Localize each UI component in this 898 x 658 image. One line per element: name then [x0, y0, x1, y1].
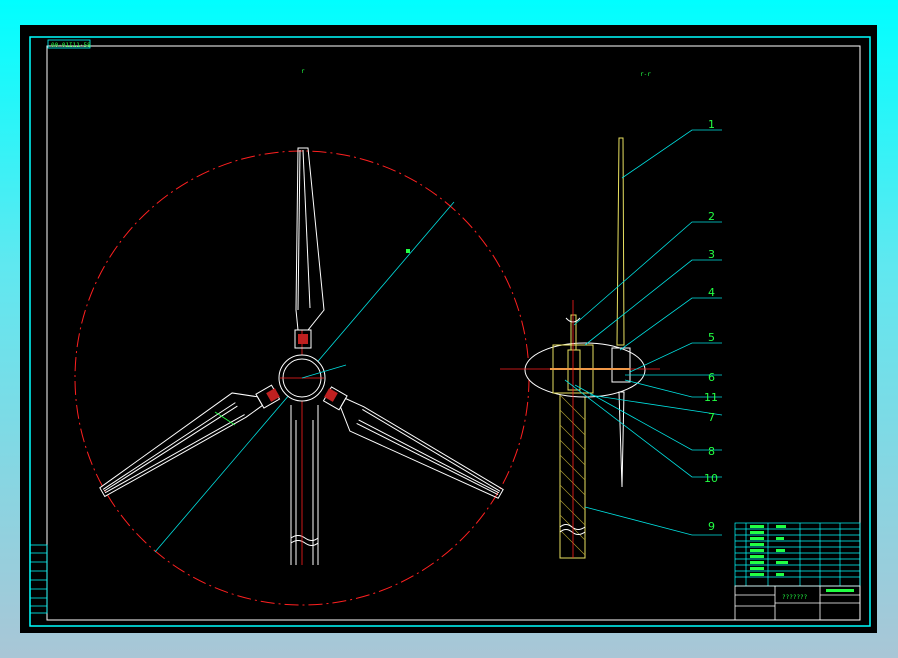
- blade-lower-left: [99, 384, 281, 498]
- cad-drawing-canvas[interactable]: 00·01I11·58 r r-r 1 2 3 4 5 6 11 7 8 10 …: [20, 25, 877, 633]
- side-view-label: r-r: [640, 71, 651, 78]
- drawing-svg: 00·01I11·58 r r-r 1 2 3 4 5 6 11 7 8 10 …: [29, 36, 871, 627]
- callout-8: 8: [708, 445, 715, 458]
- blade-top: [294, 147, 325, 349]
- inner-frame: [46, 45, 861, 621]
- side-view: [500, 137, 660, 559]
- callout-leaders: [564, 129, 723, 536]
- callout-5: 5: [708, 331, 715, 344]
- callout-1: 1: [708, 118, 715, 131]
- callout-2: 2: [708, 210, 715, 223]
- tower-front: [290, 405, 319, 565]
- revision-table: [29, 544, 48, 614]
- outer-frame: [29, 36, 871, 627]
- callout-10: 10: [704, 472, 718, 485]
- drawing-title: ???????: [782, 594, 808, 601]
- corner-tag: 00·01I11·58: [51, 42, 91, 49]
- callout-3: 3: [708, 248, 715, 261]
- parts-list-text: [750, 525, 788, 576]
- callout-numbers: 1 2 3 4 5 6 11 7 8 10 9: [704, 118, 718, 533]
- callout-11: 11: [704, 391, 718, 404]
- callout-6: 6: [708, 371, 715, 384]
- drawing-number: [826, 589, 854, 592]
- callout-4: 4: [708, 286, 715, 299]
- callout-9: 9: [708, 520, 715, 533]
- blade-lower-right: [322, 386, 504, 499]
- front-view-label: r: [301, 68, 305, 75]
- dimension-text: [406, 249, 410, 253]
- callout-7: 7: [708, 411, 715, 424]
